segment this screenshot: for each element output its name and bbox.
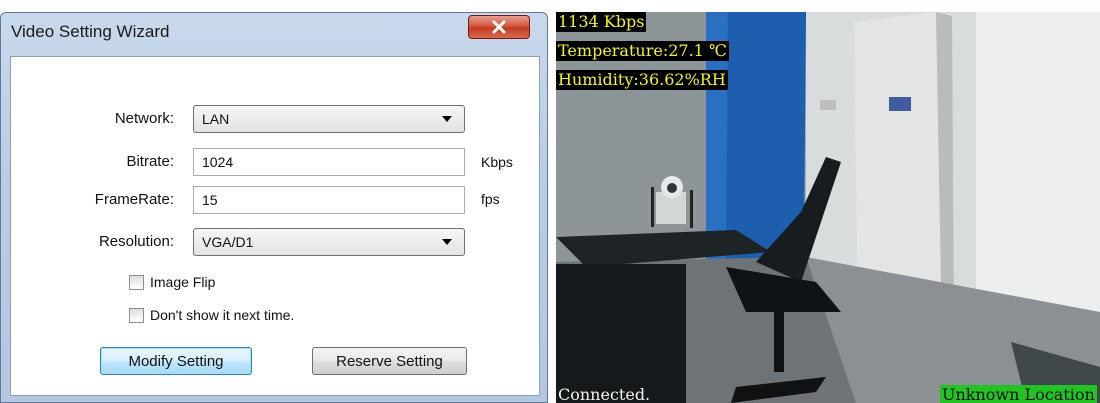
chevron-down-icon: [442, 239, 452, 245]
image-flip-checkbox[interactable]: [129, 274, 144, 290]
image-flip-label: Image Flip: [150, 274, 216, 290]
resolution-label: Resolution:: [98, 233, 174, 250]
connection-status: Connected.: [558, 385, 651, 403]
video-setting-dialog: Video Setting Wizard Network: LAN Bitrat…: [0, 12, 548, 403]
framerate-label: FrameRate:: [94, 191, 174, 208]
dialog-title: Video Setting Wizard: [11, 22, 170, 41]
resolution-value: VGA/D1: [202, 234, 254, 250]
close-button[interactable]: [468, 15, 530, 39]
image-flip-option[interactable]: Image Flip: [129, 274, 215, 290]
chevron-down-icon: [442, 116, 452, 122]
bitrate-field[interactable]: [193, 148, 465, 176]
temperature-overlay: Temperature:27.1 ℃: [556, 41, 729, 61]
framerate-unit: fps: [481, 191, 500, 207]
resolution-select[interactable]: VGA/D1: [193, 228, 465, 256]
location-label: Unknown Location: [940, 385, 1097, 403]
dialog-client-area: Network: LAN Bitrate: Kbps FrameRate: fp…: [10, 56, 540, 396]
framerate-field[interactable]: [193, 186, 465, 214]
camera-video-feed[interactable]: 1134 Kbps Temperature:27.1 ℃ Humidity:36…: [556, 12, 1100, 403]
dont-show-checkbox[interactable]: [129, 307, 144, 323]
network-value: LAN: [202, 111, 230, 127]
bitrate-label: Bitrate:: [126, 153, 174, 170]
humidity-overlay: Humidity:36.62%RH: [556, 70, 728, 90]
reserve-setting-button[interactable]: Reserve Setting: [312, 347, 467, 375]
bitrate-unit: Kbps: [481, 154, 513, 170]
dialog-titlebar[interactable]: Video Setting Wizard: [1, 13, 547, 47]
modify-setting-button[interactable]: Modify Setting: [100, 347, 252, 375]
network-label: Network:: [114, 110, 174, 127]
close-icon: [492, 20, 506, 34]
bitrate-input[interactable]: [202, 154, 456, 170]
bitrate-overlay: 1134 Kbps: [556, 12, 647, 32]
dont-show-label: Don't show it next time.: [150, 307, 295, 323]
network-select[interactable]: LAN: [193, 105, 465, 133]
dont-show-option[interactable]: Don't show it next time.: [129, 307, 294, 323]
framerate-input[interactable]: [202, 192, 456, 208]
